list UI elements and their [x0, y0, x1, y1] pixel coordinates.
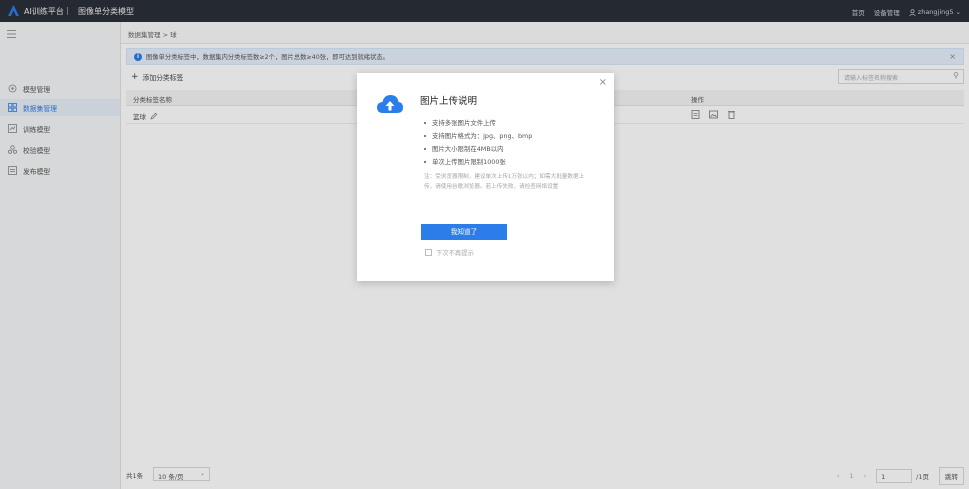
- dont-show-again-checkbox[interactable]: 下次不再提示: [425, 248, 474, 257]
- list-item: 单次上传图片限制1000张: [424, 155, 532, 168]
- upload-instructions-dialog: × 图片上传说明 支持多张图片文件上传 支持图片格式为：jpg、png、bmp …: [357, 73, 614, 281]
- cloud-upload-icon: [377, 95, 403, 113]
- close-icon[interactable]: ×: [599, 77, 607, 88]
- upload-rules-list: 支持多张图片文件上传 支持图片格式为：jpg、png、bmp 图片大小限制在4M…: [424, 116, 532, 168]
- dialog-title: 图片上传说明: [420, 96, 478, 107]
- list-item: 支持多张图片文件上传: [424, 116, 532, 129]
- checkbox-box[interactable]: [425, 249, 432, 256]
- checkbox-label: 下次不再提示: [436, 250, 474, 257]
- list-item: 图片大小限制在4MB以内: [424, 142, 532, 155]
- list-item: 支持图片格式为：jpg、png、bmp: [424, 129, 532, 142]
- upload-note: 注：受浏览器限制，建议单次上传1万张以内；如需大批量数据上传，请使用谷歌浏览器。…: [424, 174, 585, 190]
- acknowledge-button[interactable]: 我知道了: [421, 224, 507, 240]
